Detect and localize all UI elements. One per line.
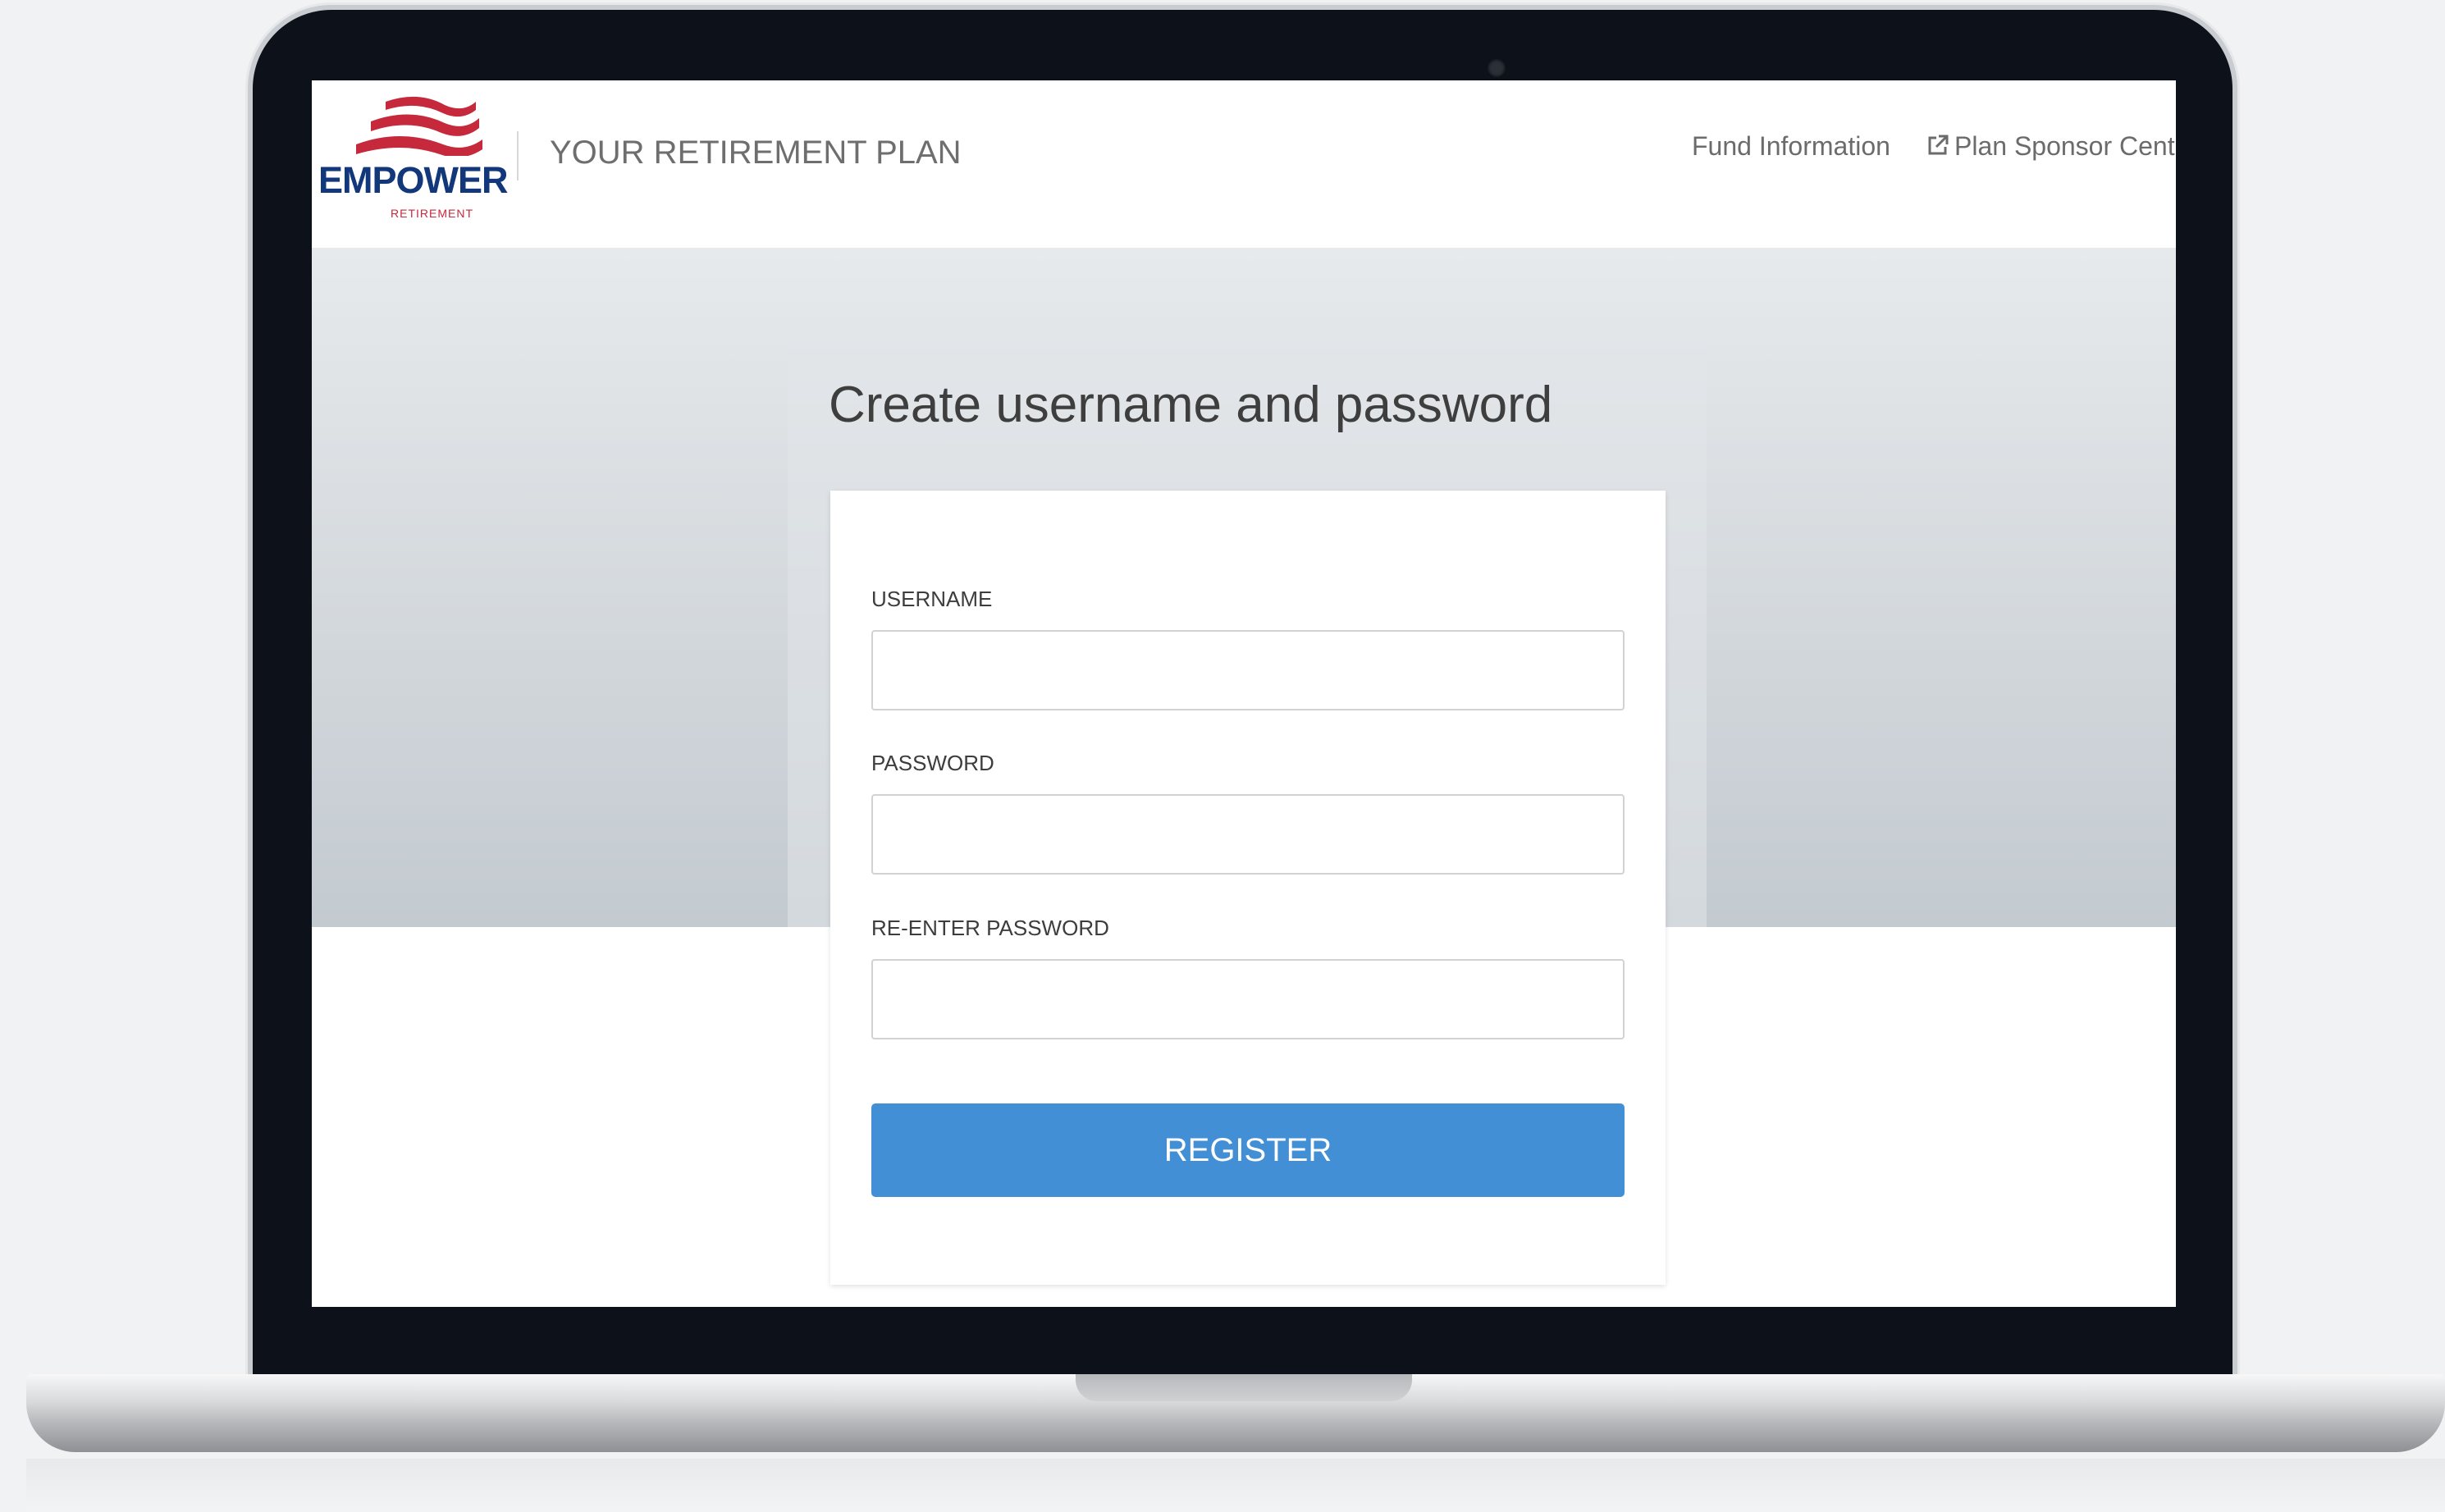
username-input[interactable] (871, 630, 1625, 710)
register-button[interactable]: REGISTER (871, 1103, 1625, 1197)
username-label: USERNAME (871, 587, 993, 611)
plan-sponsor-center-label: Plan Sponsor Center (1954, 131, 2176, 161)
plan-sponsor-center-link[interactable]: Plan Sponsor Center (1926, 131, 2176, 162)
registration-form: USERNAME PASSWORD RE-ENTER PASSWORD REGI… (830, 491, 1666, 1285)
reenter-password-input[interactable] (871, 959, 1625, 1039)
logo-wordmark: EMPOWER (318, 159, 509, 201)
password-label: PASSWORD (871, 751, 994, 775)
site-header: EMPOWER RETIREMENT YOUR RETIREMENT PLAN … (312, 80, 2176, 248)
reenter-password-label: RE-ENTER PASSWORD (871, 916, 1109, 940)
laptop-notch (1076, 1374, 1412, 1401)
webcam (1488, 59, 1506, 77)
fund-information-link[interactable]: Fund Information (1692, 131, 1890, 162)
password-input[interactable] (871, 794, 1625, 875)
plan-title: YOUR RETIREMENT PLAN (550, 135, 962, 171)
header-divider (517, 131, 519, 180)
external-link-icon (1928, 135, 1949, 155)
browser-screen: EMPOWER RETIREMENT YOUR RETIREMENT PLAN … (312, 80, 2176, 1307)
empower-logo[interactable]: EMPOWER RETIREMENT (318, 94, 509, 220)
flag-stripes-icon (356, 96, 482, 156)
logo-subtitle: RETIREMENT (391, 207, 473, 220)
page-title: Create username and password (829, 377, 1553, 433)
laptop-reflection (26, 1459, 2445, 1512)
